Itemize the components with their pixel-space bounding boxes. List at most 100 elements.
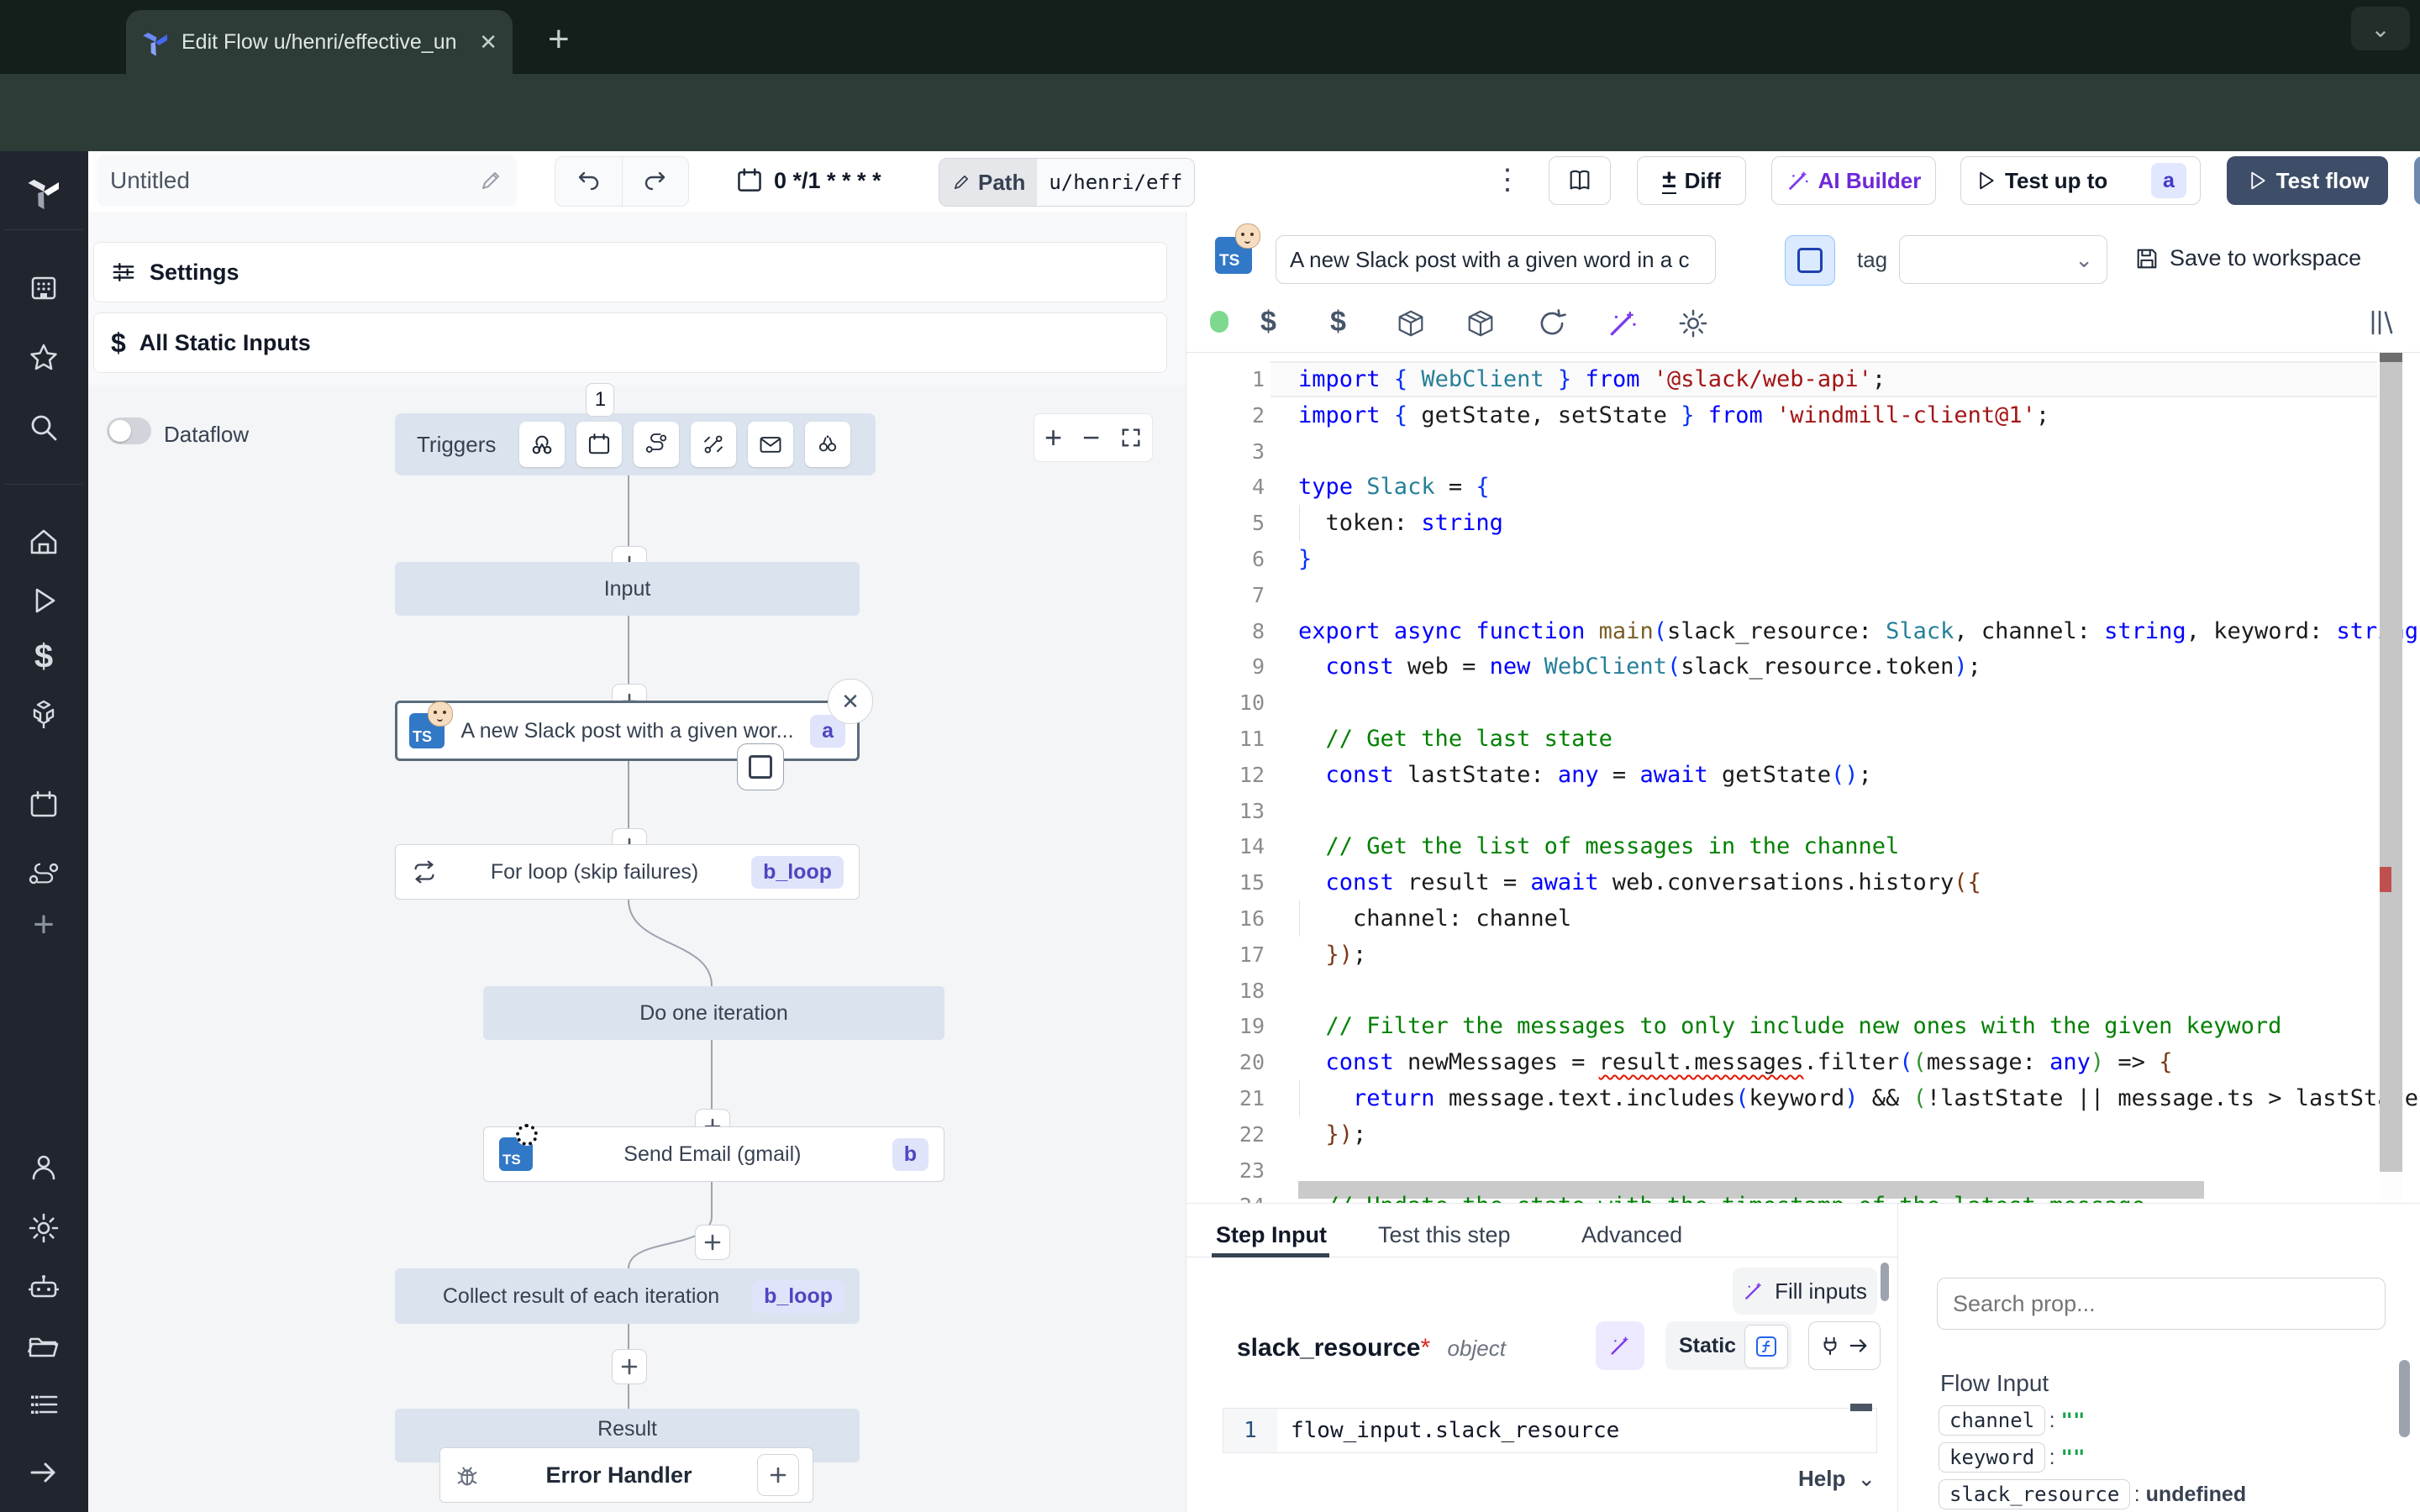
prop-key: slack_resource — [1939, 1479, 2130, 1509]
logs-list-icon[interactable] — [28, 1389, 60, 1420]
dataflow-toggle[interactable] — [107, 417, 151, 444]
node-send-email[interactable]: TS Send Email (gmail) b — [483, 1126, 944, 1182]
help-button[interactable]: Help⌄ — [1798, 1466, 1876, 1492]
email-trigger-icon[interactable] — [748, 422, 793, 467]
ai-builder-button[interactable]: AI Builder — [1771, 156, 1936, 205]
package-icon[interactable] — [1465, 307, 1497, 339]
add-step-button[interactable] — [612, 1349, 647, 1384]
node-collect-result[interactable]: Collect result of each iteration b_loop — [395, 1268, 860, 1324]
browser-tab[interactable]: Edit Flow u/henri/effective_un ✕ — [126, 10, 513, 74]
scraper-trigger-icon[interactable] — [805, 422, 850, 467]
zoom-out-icon[interactable]: − — [1082, 420, 1100, 455]
step-summary-input[interactable] — [1276, 235, 1716, 284]
schedules-icon[interactable] — [28, 789, 60, 821]
node-do-one-iteration[interactable]: Do one iteration — [483, 986, 944, 1040]
active-tab-underline — [1212, 1253, 1329, 1257]
resources-picker-icon[interactable]: $ — [1330, 306, 1346, 339]
docs-book-button[interactable] — [1549, 156, 1611, 205]
test-flow-button[interactable]: Test flow — [2227, 156, 2388, 205]
http-routes-icon[interactable] — [27, 857, 60, 890]
resources-icon[interactable] — [27, 698, 60, 732]
prop-row[interactable]: slack_resource : undefined — [1939, 1479, 2246, 1509]
package-icon[interactable] — [1395, 307, 1427, 339]
runs-icon[interactable] — [29, 585, 59, 616]
fill-inputs-button[interactable]: Fill inputs — [1733, 1268, 1877, 1315]
new-tab-icon[interactable]: + — [548, 18, 570, 60]
code-line: 4type Slack = { — [1186, 469, 2380, 505]
static-mode-toggle[interactable]: Static — [1665, 1321, 1791, 1370]
node-forloop[interactable]: For loop (skip failures) b_loop — [395, 844, 860, 900]
more-options-kebab-icon[interactable]: ⋮ — [1493, 163, 1522, 197]
fullscreen-icon[interactable] — [1120, 427, 1142, 449]
prop-row[interactable]: channel : "" — [1939, 1405, 2085, 1436]
tab-step-input[interactable]: Step Input — [1216, 1222, 1327, 1248]
path-button[interactable]: Path u/henri/eff — [939, 158, 1195, 207]
tab-test-this-step[interactable]: Test this step — [1378, 1222, 1511, 1248]
cache-box-button[interactable] — [1785, 235, 1835, 286]
collapse-sidebar-arrow-icon[interactable] — [27, 1456, 60, 1489]
edit-pencil-icon[interactable] — [478, 168, 503, 193]
panel-scrollbar-thumb[interactable] — [1881, 1263, 1889, 1301]
node-slack-step[interactable]: TS A new Slack post with a given wor... … — [395, 701, 860, 761]
ai-wand-icon[interactable] — [1607, 307, 1639, 339]
settings-gear-icon[interactable] — [27, 1211, 60, 1245]
undo-button[interactable] — [555, 157, 623, 206]
stop-after-step-button[interactable] — [737, 743, 784, 790]
path-value: u/henri/eff — [1037, 159, 1194, 206]
test-up-to-button[interactable]: Test up to a — [1960, 156, 2201, 205]
draft-button[interactable]: Draft — [2414, 156, 2420, 205]
reload-icon[interactable] — [1536, 307, 1568, 339]
variables-picker-icon[interactable]: $ — [1260, 306, 1276, 339]
node-error-handler[interactable]: Error Handler — [439, 1447, 813, 1503]
tab-search-chevron-icon[interactable]: ⌄ — [2351, 7, 2410, 50]
diff-button[interactable]: ± Diff — [1637, 156, 1746, 205]
expr-scrollbar — [1850, 1404, 1872, 1411]
flow-settings-button[interactable]: Settings — [93, 242, 1167, 302]
code-editor[interactable]: 1import { WebClient } from '@slack/web-a… — [1186, 353, 2420, 1203]
scrollbar-thumb[interactable] — [2380, 361, 2402, 1172]
schedule-trigger-icon[interactable]: 1 — [576, 422, 622, 467]
editor-settings-gear-icon[interactable] — [1677, 307, 1709, 339]
node-id-badge: b — [892, 1138, 929, 1171]
remove-step-button[interactable]: ✕ — [828, 679, 873, 724]
add-step-button[interactable] — [695, 1225, 730, 1260]
code-line: 17 }); — [1186, 937, 2380, 973]
search-icon[interactable] — [28, 412, 60, 444]
workers-robot-icon[interactable] — [27, 1271, 60, 1305]
websocket-trigger-icon[interactable] — [691, 422, 736, 467]
flow-canvas[interactable]: Dataflow + − Triggers 1 — [88, 385, 1186, 1512]
library-icon[interactable] — [2366, 307, 2396, 338]
tag-select[interactable]: ⌄ — [1899, 235, 2107, 284]
zoom-in-icon[interactable]: + — [1044, 420, 1062, 455]
variables-icon[interactable]: $ — [34, 638, 53, 676]
add-error-handler-button[interactable] — [757, 1454, 799, 1496]
props-scrollbar-thumb[interactable] — [2399, 1360, 2410, 1437]
expression-editor[interactable]: 1 flow_input.slack_resource — [1223, 1408, 1877, 1453]
schedule-summary[interactable]: 0 */1 * * * * — [735, 156, 881, 205]
function-mode-button[interactable] — [1744, 1325, 1788, 1368]
search-prop-input[interactable] — [1937, 1278, 2386, 1330]
tab-close-icon[interactable]: ✕ — [479, 29, 497, 55]
http-route-trigger-icon[interactable] — [634, 422, 679, 467]
flow-name-field[interactable]: Untitled — [97, 155, 517, 207]
home-icon[interactable] — [28, 526, 60, 558]
windmill-logo-icon[interactable] — [25, 173, 62, 210]
ai-wand-icon — [1608, 1334, 1632, 1357]
folders-icon[interactable] — [27, 1331, 60, 1364]
redo-button[interactable] — [623, 157, 689, 206]
connect-input-button[interactable] — [1808, 1321, 1881, 1370]
baby-emoji-icon — [428, 701, 453, 727]
tab-advanced[interactable]: Advanced — [1581, 1222, 1682, 1248]
users-icon[interactable] — [28, 1152, 60, 1184]
editor-vertical-scrollbar[interactable] — [2380, 353, 2402, 1203]
all-static-inputs-button[interactable]: $ All Static Inputs — [93, 312, 1167, 373]
node-input[interactable]: Input — [395, 562, 860, 616]
favorites-star-icon[interactable] — [28, 342, 60, 374]
webhook-trigger-icon[interactable] — [519, 422, 565, 467]
save-to-workspace-button[interactable]: Save to workspace — [2134, 245, 2361, 271]
ai-suggest-button[interactable] — [1596, 1321, 1644, 1370]
workspace-icon[interactable] — [29, 273, 59, 303]
browser-tabstrip: Edit Flow u/henri/effective_un ✕ + ⌄ — [0, 0, 2420, 74]
prop-row[interactable]: keyword : "" — [1939, 1442, 2085, 1473]
sidebar-plus-icon[interactable]: + — [33, 904, 55, 946]
